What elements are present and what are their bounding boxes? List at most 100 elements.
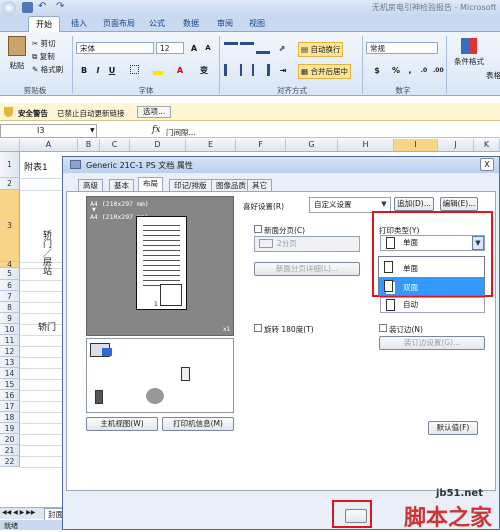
tab-layout[interactable]: 布局 [138, 177, 163, 192]
phonetic-button[interactable]: 变 [196, 64, 212, 76]
row-header[interactable]: 14 [0, 368, 20, 379]
select-all-corner[interactable] [0, 139, 20, 152]
row-header[interactable]: 18 [0, 412, 20, 423]
row-header[interactable]: 15 [0, 379, 20, 390]
format-table-button[interactable]: 表格 [486, 70, 500, 81]
row-header[interactable]: 5 [0, 268, 20, 280]
row-header[interactable]: 12 [0, 346, 20, 357]
column-header[interactable]: H [338, 139, 394, 152]
column-header[interactable]: I [394, 139, 438, 152]
row-header[interactable]: 8 [0, 302, 20, 313]
row-header[interactable]: 1 [0, 152, 20, 178]
print-type-dropdown-arrow[interactable]: ▼ [472, 236, 484, 250]
conditional-format-button[interactable]: 条件格式 [452, 38, 486, 67]
number-format-combo[interactable]: 常规 [366, 42, 438, 54]
printer-view-button[interactable]: 主机视图(W) [86, 417, 158, 431]
row-header[interactable]: 10 [0, 324, 20, 335]
align-middle-button[interactable] [240, 42, 254, 54]
align-right-button[interactable] [256, 64, 270, 76]
row-header[interactable]: 9 [0, 313, 20, 324]
font-name-combo[interactable]: 宋体 [76, 42, 154, 54]
percent-button[interactable]: % [390, 64, 402, 76]
row-header[interactable]: 6 [0, 280, 20, 291]
column-header[interactable]: J [438, 139, 474, 152]
decrease-decimal-button[interactable]: .00 [432, 64, 444, 76]
print-type-dropdown[interactable]: 单面 [380, 235, 485, 251]
name-box-dropdown-icon[interactable]: ▼ [90, 127, 95, 134]
add-favorite-button[interactable]: 追加(D)... [394, 197, 434, 211]
column-header[interactable]: K [474, 139, 500, 152]
accounting-button[interactable]: $ [368, 64, 386, 76]
increase-decimal-button[interactable]: .0 [418, 64, 430, 76]
printer-info-button[interactable]: 打印机信息(M) [162, 417, 234, 431]
default-button[interactable]: 默认值(F) [428, 421, 478, 435]
row-header[interactable]: 22 [0, 456, 20, 467]
shrink-font-button[interactable]: A [202, 42, 214, 54]
dialog-close-button[interactable]: X [480, 158, 494, 171]
favorites-dropdown-arrow[interactable]: ▼ [378, 198, 390, 212]
cell-a3[interactable]: 轿门／层站 [40, 230, 52, 279]
new-sheet-checkbox[interactable] [254, 225, 262, 233]
redo-icon[interactable]: ↷ [56, 2, 67, 13]
merge-center-button[interactable]: ▦ 合并后居中 [298, 64, 351, 79]
tab-page-layout[interactable]: 页面布局 [96, 16, 142, 32]
copy-button[interactable]: ⧉ 复制 [32, 51, 55, 62]
binding-position-dropdown[interactable]: 自动 [380, 297, 485, 313]
security-options-button[interactable]: 选项... [137, 106, 172, 118]
tab-review[interactable]: 审阅 [210, 16, 240, 32]
align-left-button[interactable] [224, 64, 238, 76]
row-header[interactable]: 19 [0, 423, 20, 434]
ok-button[interactable] [345, 509, 367, 523]
row-header[interactable]: 7 [0, 291, 20, 302]
binding-margin-checkbox[interactable] [379, 324, 387, 332]
office-button-icon[interactable] [2, 1, 16, 15]
rotate-180-checkbox[interactable] [254, 324, 262, 332]
indent-button[interactable]: ⇥ [274, 64, 292, 76]
cell-a1[interactable]: 附表1 [24, 160, 48, 173]
format-painter-button[interactable]: ✎ 格式刷 [32, 64, 63, 75]
undo-icon[interactable]: ↶ [38, 2, 49, 13]
font-color-button[interactable]: A [172, 64, 188, 76]
option-single-sided[interactable]: 单面 [379, 258, 484, 276]
function-icon[interactable]: fx [152, 125, 160, 135]
row-header[interactable]: 2 [0, 178, 20, 190]
cut-button[interactable]: ✂ 剪切 [32, 38, 56, 49]
row-header[interactable]: 20 [0, 434, 20, 445]
align-top-button[interactable] [224, 42, 238, 54]
row-header[interactable]: 21 [0, 445, 20, 456]
binding-margin-settings-button[interactable]: 装订边设置(G)... [379, 336, 485, 350]
cell-a5[interactable]: 轿门 [38, 320, 56, 333]
tab-formulas[interactable]: 公式 [142, 16, 172, 32]
sheet-nav-buttons[interactable]: ◀◀ ◀ ▶ ▶▶ [2, 509, 35, 516]
align-bottom-button[interactable] [256, 42, 270, 54]
column-header[interactable]: G [286, 139, 338, 152]
new-sheet-detail-button[interactable]: 新面分页详细(L)... [254, 262, 360, 276]
column-header[interactable]: F [236, 139, 286, 152]
comma-button[interactable]: , [404, 64, 416, 76]
wrap-text-button[interactable]: ▤ 自动换行 [298, 42, 344, 57]
paste-button[interactable]: 粘贴 [6, 36, 28, 82]
column-header[interactable]: D [130, 139, 186, 152]
italic-button[interactable]: I [92, 64, 104, 76]
column-header[interactable]: A [20, 139, 78, 152]
row-header[interactable]: 11 [0, 335, 20, 346]
orientation-button[interactable]: ⇗ [274, 42, 290, 54]
borders-button[interactable] [126, 64, 142, 76]
column-header[interactable]: B [78, 139, 100, 152]
row-header[interactable]: 3 [0, 190, 20, 262]
edit-favorite-button[interactable]: 编辑(E)... [440, 197, 478, 211]
underline-button[interactable]: U [106, 64, 118, 76]
save-icon[interactable] [22, 2, 33, 13]
row-header[interactable]: 16 [0, 390, 20, 401]
row-header[interactable]: 17 [0, 401, 20, 412]
grow-font-button[interactable]: A [188, 42, 200, 54]
tab-data[interactable]: 数据 [176, 16, 206, 32]
name-box[interactable]: I3 [0, 124, 97, 138]
fill-color-button[interactable] [150, 64, 166, 76]
formula-input[interactable]: 门间隙... [166, 127, 196, 138]
column-header[interactable]: C [100, 139, 130, 152]
tab-view[interactable]: 视图 [242, 16, 272, 32]
tab-insert[interactable]: 插入 [64, 16, 94, 32]
column-header[interactable]: E [186, 139, 236, 152]
tab-home[interactable]: 开始 [28, 16, 60, 32]
